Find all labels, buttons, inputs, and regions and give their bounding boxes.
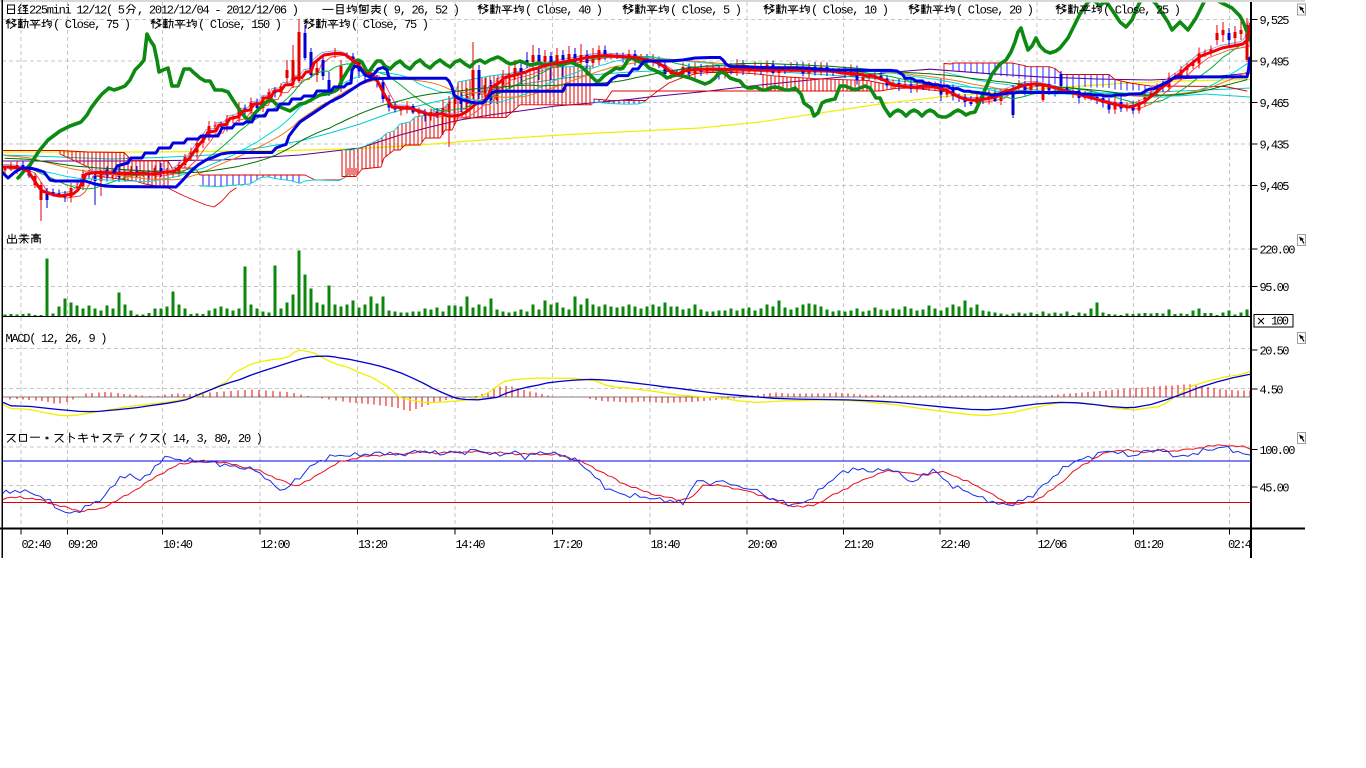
- svg-text:, 2012/12/04 - 2012/12/06 ): , 2012/12/04 - 2012/12/06 ): [137, 4, 299, 18]
- svg-text:14:40: 14:40: [456, 538, 486, 552]
- svg-text:( Close, 25 ): ( Close, 25 ): [1103, 4, 1181, 18]
- svg-text:100.00: 100.00: [1260, 444, 1296, 458]
- svg-text:20.50: 20.50: [1260, 345, 1290, 359]
- svg-text:( 14, 3, 80, 20 ): ( 14, 3, 80, 20 ): [161, 432, 263, 446]
- svg-text:02:40: 02:40: [22, 538, 52, 552]
- svg-text:18:40: 18:40: [651, 538, 681, 552]
- svg-text:9,435: 9,435: [1260, 139, 1290, 153]
- svg-text:( Close, 40 ): ( Close, 40 ): [525, 4, 603, 18]
- svg-text:( Close, 150 ): ( Close, 150 ): [198, 18, 282, 32]
- svg-text:02:4: 02:4: [1228, 538, 1252, 552]
- svg-text:20:00: 20:00: [748, 538, 778, 552]
- svg-text:( Close, 75 ): ( Close, 75 ): [351, 18, 429, 32]
- svg-text:17:20: 17:20: [553, 538, 583, 552]
- svg-text:220.00: 220.00: [1260, 244, 1296, 258]
- svg-text:MACD( 12, 26, 9 ): MACD( 12, 26, 9 ): [6, 332, 108, 346]
- svg-text:9,405: 9,405: [1260, 180, 1290, 194]
- svg-text:225mini 12/12( 5: 225mini 12/12( 5: [29, 4, 125, 18]
- svg-text:100: 100: [1271, 315, 1289, 329]
- svg-text:22:40: 22:40: [941, 538, 971, 552]
- svg-text:10:40: 10:40: [163, 538, 193, 552]
- svg-text:( 9, 26, 52 ): ( 9, 26, 52 ): [382, 4, 460, 18]
- svg-text:9,465: 9,465: [1260, 97, 1290, 111]
- svg-text:09:20: 09:20: [68, 538, 98, 552]
- svg-text:( Close, 10 ): ( Close, 10 ): [811, 4, 889, 18]
- svg-text:( Close, 75 ): ( Close, 75 ): [53, 18, 131, 32]
- svg-text:( Close, 20 ): ( Close, 20 ): [956, 4, 1034, 18]
- svg-text:12:00: 12:00: [261, 538, 291, 552]
- svg-text:9,495: 9,495: [1260, 56, 1290, 70]
- svg-text:13:20: 13:20: [358, 538, 388, 552]
- svg-text:95.00: 95.00: [1260, 281, 1290, 295]
- svg-text:9,525: 9,525: [1260, 14, 1290, 28]
- svg-text:( Close, 5 ): ( Close, 5 ): [670, 4, 742, 18]
- svg-text:21:20: 21:20: [844, 538, 874, 552]
- svg-text:4.50: 4.50: [1260, 384, 1284, 398]
- svg-text:45.00: 45.00: [1260, 482, 1290, 496]
- svg-text:12/06: 12/06: [1038, 538, 1068, 552]
- svg-text:01:20: 01:20: [1134, 538, 1164, 552]
